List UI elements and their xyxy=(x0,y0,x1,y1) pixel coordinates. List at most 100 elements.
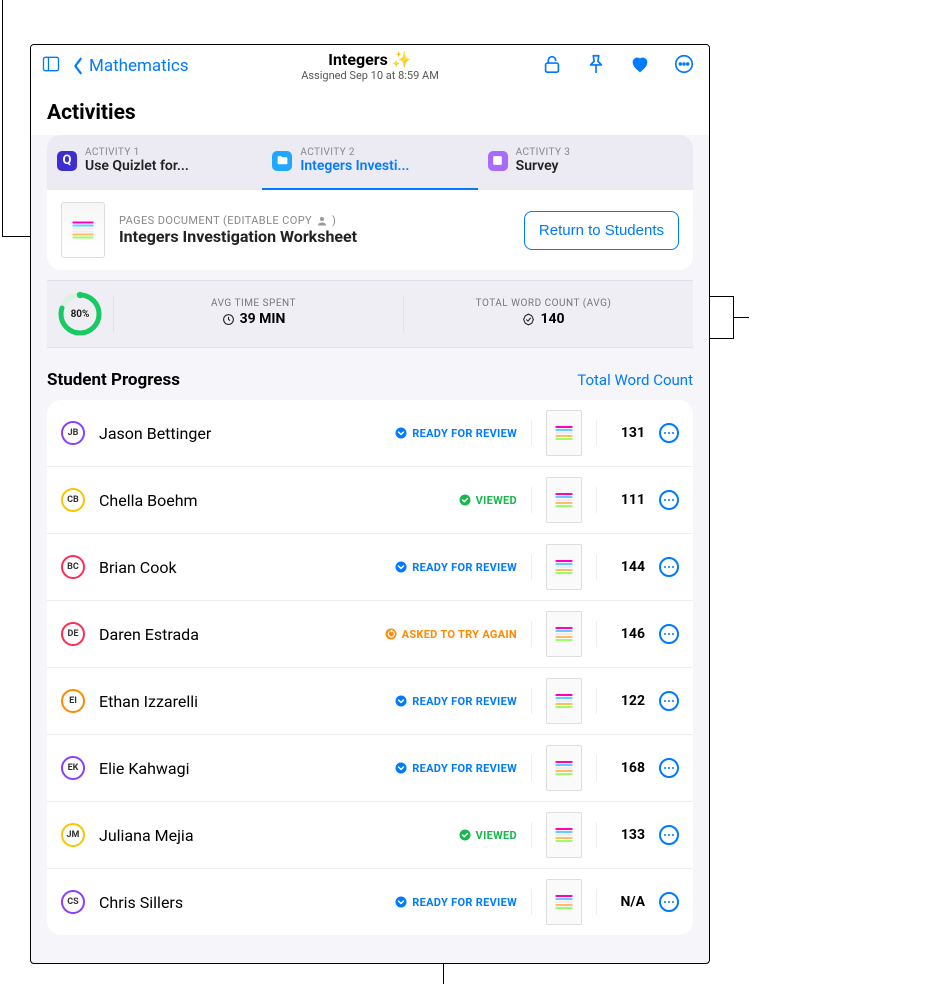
section-heading: Activities xyxy=(31,85,709,135)
heart-icon[interactable] xyxy=(629,53,651,79)
activity-label: Integers Investi... xyxy=(300,158,409,174)
page-subtitle: Assigned Sep 10 at 8:59 AM xyxy=(301,69,439,82)
summary-stats: 80% AVG TIME SPENT 39 MIN TOTAL WORD COU… xyxy=(47,280,693,348)
student-row[interactable]: EKElie KahwagiREADY FOR REVIEW168 xyxy=(47,734,693,801)
activity-icon xyxy=(488,151,508,171)
word-count: 122 xyxy=(611,693,645,709)
student-name: Juliana Mejia xyxy=(99,826,219,845)
row-more-button[interactable] xyxy=(659,892,679,912)
divider xyxy=(531,621,532,647)
student-row[interactable]: JMJuliana MejiaVIEWED133 xyxy=(47,801,693,868)
submission-thumbnail[interactable] xyxy=(546,544,582,590)
svg-text:80%: 80% xyxy=(71,309,90,320)
more-icon[interactable] xyxy=(673,53,695,79)
return-to-students-button[interactable]: Return to Students xyxy=(524,211,679,250)
status-badge: ASKED TO TRY AGAIN xyxy=(385,628,517,641)
status-badge: READY FOR REVIEW xyxy=(395,427,517,440)
student-name: Ethan Izzarelli xyxy=(99,692,219,711)
document-thumbnail[interactable] xyxy=(61,202,105,258)
header-bar: Mathematics Integers ✨ Assigned Sep 10 a… xyxy=(31,45,709,85)
page-title: Integers ✨ xyxy=(301,50,439,69)
activity-eyebrow: ACTIVITY 1 xyxy=(85,147,189,158)
callout-line xyxy=(710,338,734,339)
divider xyxy=(531,822,532,848)
divider xyxy=(596,688,597,714)
student-avatar: EK xyxy=(61,756,85,780)
activity-icon: Q xyxy=(57,151,77,171)
divider xyxy=(531,487,532,513)
row-more-button[interactable] xyxy=(659,557,679,577)
divider xyxy=(596,487,597,513)
student-name: Jason Bettinger xyxy=(99,424,219,443)
total-word-count-link[interactable]: Total Word Count xyxy=(577,371,693,389)
document-type-label: PAGES DOCUMENT (EDITABLE COPY ) xyxy=(119,214,357,227)
divider xyxy=(531,554,532,580)
status-badge: READY FOR REVIEW xyxy=(395,896,517,909)
callout-line xyxy=(733,317,749,318)
student-avatar: JB xyxy=(61,421,85,445)
activity-tabs-card: Q ACTIVITY 1Use Quizlet for... ACTIVITY 2I… xyxy=(47,135,693,190)
submission-thumbnail[interactable] xyxy=(546,812,582,858)
word-count: 168 xyxy=(611,760,645,776)
student-row[interactable]: DE Daren Estrada ASKED TO TRY AGAIN 146 xyxy=(47,600,693,667)
student-avatar: JM xyxy=(61,823,85,847)
progress-ring: 80% xyxy=(57,291,103,337)
activity-tab-3[interactable]: ACTIVITY 3Survey xyxy=(478,135,693,190)
row-more-button[interactable] xyxy=(659,490,679,510)
activity-tab-2[interactable]: ACTIVITY 2Integers Investi... xyxy=(262,135,477,190)
row-more-button[interactable] xyxy=(659,423,679,443)
student-avatar: CB xyxy=(61,488,85,512)
document-title: Integers Investigation Worksheet xyxy=(119,227,357,246)
activity-icon xyxy=(272,151,292,171)
divider xyxy=(531,755,532,781)
student-avatar: CS xyxy=(61,890,85,914)
student-name: Daren Estrada xyxy=(99,625,219,644)
person-icon xyxy=(316,215,328,227)
word-count: 111 xyxy=(611,492,645,508)
status-badge: READY FOR REVIEW xyxy=(395,695,517,708)
divider xyxy=(596,420,597,446)
activity-tab-1[interactable]: Q ACTIVITY 1Use Quizlet for... xyxy=(47,135,262,190)
submission-thumbnail[interactable] xyxy=(546,477,582,523)
activity-eyebrow: ACTIVITY 2 xyxy=(300,147,409,158)
divider xyxy=(596,822,597,848)
submission-thumbnail[interactable] xyxy=(546,879,582,925)
row-more-button[interactable] xyxy=(659,758,679,778)
divider xyxy=(531,420,532,446)
lock-open-icon[interactable] xyxy=(541,53,563,79)
submission-thumbnail[interactable] xyxy=(546,678,582,724)
student-name: Elie Kahwagi xyxy=(99,759,219,778)
student-row[interactable]: BCBrian CookREADY FOR REVIEW144 xyxy=(47,533,693,600)
clock-icon xyxy=(222,313,235,326)
word-count: 146 xyxy=(611,626,645,642)
submission-thumbnail[interactable] xyxy=(546,611,582,657)
student-name: Brian Cook xyxy=(99,558,219,577)
word-count: 131 xyxy=(611,425,645,441)
student-row[interactable]: JB Jason Bettinger READY FOR REVIEW 131 xyxy=(47,400,693,466)
student-row[interactable]: CSChris SillersREADY FOR REVIEWN/A xyxy=(47,868,693,935)
row-more-button[interactable] xyxy=(659,624,679,644)
back-button[interactable]: Mathematics xyxy=(71,56,189,76)
row-more-button[interactable] xyxy=(659,825,679,845)
student-name: Chella Boehm xyxy=(99,491,219,510)
app-window: Mathematics Integers ✨ Assigned Sep 10 a… xyxy=(30,44,710,964)
pin-icon[interactable] xyxy=(585,53,607,79)
divider xyxy=(596,755,597,781)
badge-icon xyxy=(522,313,535,326)
submission-thumbnail[interactable] xyxy=(546,745,582,791)
divider xyxy=(596,554,597,580)
divider xyxy=(531,688,532,714)
student-row[interactable]: CBChella BoehmVIEWED111 xyxy=(47,466,693,533)
submission-thumbnail[interactable] xyxy=(546,410,582,456)
row-more-button[interactable] xyxy=(659,691,679,711)
student-row[interactable]: EIEthan IzzarelliREADY FOR REVIEW122 xyxy=(47,667,693,734)
activity-eyebrow: ACTIVITY 3 xyxy=(516,147,571,158)
avg-time-label: AVG TIME SPENT xyxy=(114,298,393,309)
activity-label: Use Quizlet for... xyxy=(85,158,189,174)
word-count: N/A xyxy=(611,894,645,910)
student-avatar: DE xyxy=(61,622,85,646)
sidebar-toggle-icon[interactable] xyxy=(41,54,61,78)
status-badge: VIEWED xyxy=(459,829,517,842)
divider xyxy=(596,889,597,915)
divider xyxy=(531,889,532,915)
